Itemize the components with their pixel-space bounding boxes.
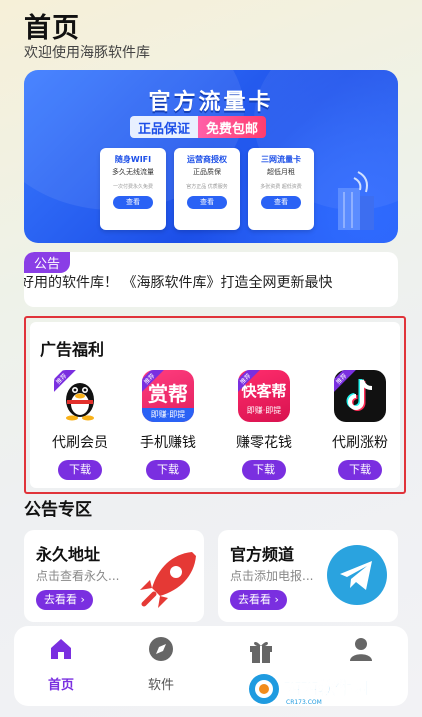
banner-card-tiny: 多张资费 超低资费 — [260, 184, 302, 190]
banner-card-heading: 随身WIFI — [114, 155, 152, 164]
signal-tower-icon — [338, 171, 374, 230]
banner-card-sub: 超低月租 — [267, 168, 295, 176]
watermark-text: 西西软件园 — [284, 678, 369, 699]
notice-marquee-text: 好用的软件库！ 《海豚软件库》打造全网更新最快 — [24, 275, 333, 291]
banner-card-operator[interactable]: 运营商授权 正品质保 官方正品 优质服务 查看 — [174, 148, 240, 230]
notice-tag: 公告 — [24, 252, 71, 273]
banner-card-sub: 多久无线流量 — [112, 168, 154, 176]
app-name: 代刷会员 — [52, 435, 108, 451]
tiktok-icon: 推荐 — [334, 370, 386, 422]
banner-title: 官方流量卡 — [148, 90, 274, 115]
banner-card-button[interactable]: 查看 — [261, 196, 301, 209]
promo-banner[interactable]: 官方流量卡 正品保证 免费包邮 随身WIFI 多久无线流量 一次付费永久免费 查… — [24, 70, 398, 243]
banner-card-button[interactable]: 查看 — [187, 196, 227, 209]
nav-item-home[interactable]: 首页 — [26, 636, 96, 693]
app-name: 赚零花钱 — [236, 435, 292, 451]
banner-tag-free-shipping: 免费包邮 — [198, 116, 267, 138]
download-button[interactable]: 下载 — [242, 460, 286, 480]
card-subtitle: 点击添加电报... — [230, 569, 314, 583]
banner-tag-genuine: 正品保证 — [130, 116, 199, 138]
nav-item-software[interactable]: 软件 — [126, 636, 196, 693]
app-bang-icon: 赏帮 即赚·即提 推荐 — [142, 370, 194, 422]
official-channel-card[interactable]: 官方频道 点击添加电报... 去看看 › — [218, 530, 398, 622]
ad-app-item[interactable]: 快客帮 即赚·即提 推荐 赚零花钱 下载 — [224, 370, 304, 480]
ad-app-item[interactable]: 推荐 代刷涨粉 下载 — [320, 370, 400, 480]
card-title: 永久地址 — [36, 545, 101, 564]
page-subtitle: 欢迎使用海豚软件库 — [24, 45, 150, 61]
banner-card-data-card[interactable]: 三网流量卡 超低月租 多张资费 超低资费 查看 — [248, 148, 314, 230]
nav-label: 软件 — [147, 678, 174, 693]
app-icon-sub: 即赚·即提 — [246, 406, 282, 415]
app-kuaike-icon: 快客帮 即赚·即提 推荐 — [238, 370, 290, 422]
banner-card-button[interactable]: 查看 — [113, 196, 153, 209]
ad-app-item[interactable]: 推荐 代刷会员 下载 — [40, 370, 120, 480]
app-icon-sub: 即赚·即提 — [142, 408, 194, 422]
banner-card-sub: 正品质保 — [193, 168, 221, 176]
gift-icon — [250, 641, 272, 663]
app-name: 手机赚钱 — [140, 435, 196, 451]
nav-label: 首页 — [47, 678, 74, 693]
card-title: 官方频道 — [230, 545, 295, 564]
watermark-logo: 西西软件园 CR173.COM — [249, 674, 369, 706]
rocket-icon — [140, 552, 196, 608]
page-title: 首页 — [24, 13, 80, 44]
banner-card-wifi[interactable]: 随身WIFI 多久无线流量 一次付费永久免费 查看 — [100, 148, 166, 230]
home-icon — [51, 639, 71, 659]
download-button[interactable]: 下载 — [58, 460, 102, 480]
app-name: 代刷涨粉 — [332, 435, 388, 451]
download-button[interactable]: 下载 — [338, 460, 382, 480]
banner-card-heading: 运营商授权 — [187, 155, 227, 164]
permanent-address-card[interactable]: 永久地址 点击查看永久... 去看看 › — [24, 530, 204, 622]
nav-item-profile[interactable] — [326, 636, 396, 674]
banner-card-heading: 三网流量卡 — [261, 155, 301, 164]
banner-card-tiny: 官方正品 优质服务 — [186, 184, 228, 190]
telegram-icon — [327, 545, 387, 605]
compass-icon — [149, 637, 173, 661]
user-icon — [350, 638, 372, 661]
watermark-url: CR173.COM — [286, 699, 322, 706]
go-see-button[interactable]: 去看看 › — [36, 590, 93, 610]
download-button[interactable]: 下载 — [146, 460, 190, 480]
ad-app-item[interactable]: 赏帮 即赚·即提 推荐 手机赚钱 下载 — [128, 370, 208, 480]
notice-bar[interactable]: 公告 好用的软件库！ 《海豚软件库》打造全网更新最快 — [24, 252, 398, 307]
section-title: 公告专区 — [24, 500, 92, 520]
qq-penguin-icon: 推荐 — [54, 370, 106, 422]
ad-benefits-panel: 广告福利 推荐 代刷会员 下载 赏帮 即赚·即提 推荐 手机赚钱 下载 快客帮 … — [24, 316, 406, 494]
banner-tags: 正品保证 免费包邮 — [130, 116, 267, 138]
go-see-button[interactable]: 去看看 › — [230, 590, 287, 610]
card-subtitle: 点击查看永久... — [36, 569, 120, 583]
banner-card-tiny: 一次付费永久免费 — [112, 184, 153, 190]
ad-section-title: 广告福利 — [40, 340, 105, 359]
